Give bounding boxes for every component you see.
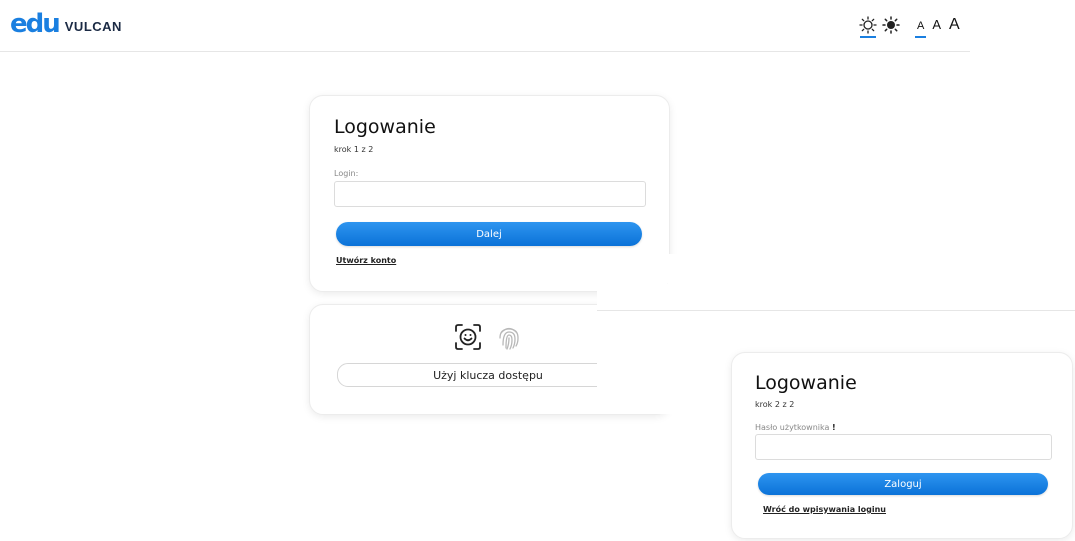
- password-label: Hasło użytkownika !: [755, 423, 836, 432]
- page-title: Logowanie: [755, 372, 857, 394]
- logo-mark: edu: [10, 9, 61, 39]
- step-indicator: krok 1 z 2: [334, 145, 374, 154]
- edu-vulcan-logo[interactable]: edu VULCAN: [10, 9, 122, 39]
- font-size-small[interactable]: A: [914, 20, 927, 38]
- top-header: edu VULCAN A A A: [0, 0, 1075, 52]
- page-title: Logowanie: [334, 116, 436, 138]
- sun-filled-icon[interactable]: [882, 16, 900, 38]
- fingerprint-icon: [496, 323, 522, 355]
- header-divider: [0, 51, 970, 52]
- font-size-large[interactable]: A: [949, 16, 960, 34]
- biometric-icons: [454, 323, 522, 355]
- password-input[interactable]: [755, 434, 1052, 460]
- login-card-step2: Logowanie krok 2 z 2 Hasło użytkownika !…: [731, 352, 1073, 539]
- login-card-step1: Logowanie krok 1 z 2 Login: Dalej Utwórz…: [309, 95, 670, 292]
- sun-outline-icon[interactable]: [859, 16, 877, 38]
- next-button[interactable]: Dalej: [336, 222, 642, 246]
- contrast-switcher: [859, 16, 900, 38]
- face-id-icon: [454, 323, 482, 355]
- step-indicator: krok 2 z 2: [755, 400, 795, 409]
- back-to-login-link[interactable]: Wróć do wpisywania loginu: [763, 505, 886, 514]
- required-mark: !: [831, 423, 836, 432]
- overlay-divider: [597, 310, 1075, 311]
- login-label: Login:: [334, 169, 359, 178]
- logo-text: VULCAN: [64, 19, 122, 34]
- active-indicator: [860, 36, 876, 38]
- font-size-medium[interactable]: A: [932, 17, 941, 32]
- password-label-text: Hasło użytkownika: [755, 423, 830, 432]
- login-input[interactable]: [334, 181, 646, 207]
- font-size-switcher: A A A: [914, 16, 960, 38]
- create-account-link[interactable]: Utwórz konto: [336, 256, 396, 265]
- use-passkey-button[interactable]: Użyj klucza dostępu: [337, 363, 639, 387]
- overlay-block: [668, 254, 678, 284]
- login-button[interactable]: Zaloguj: [758, 473, 1048, 495]
